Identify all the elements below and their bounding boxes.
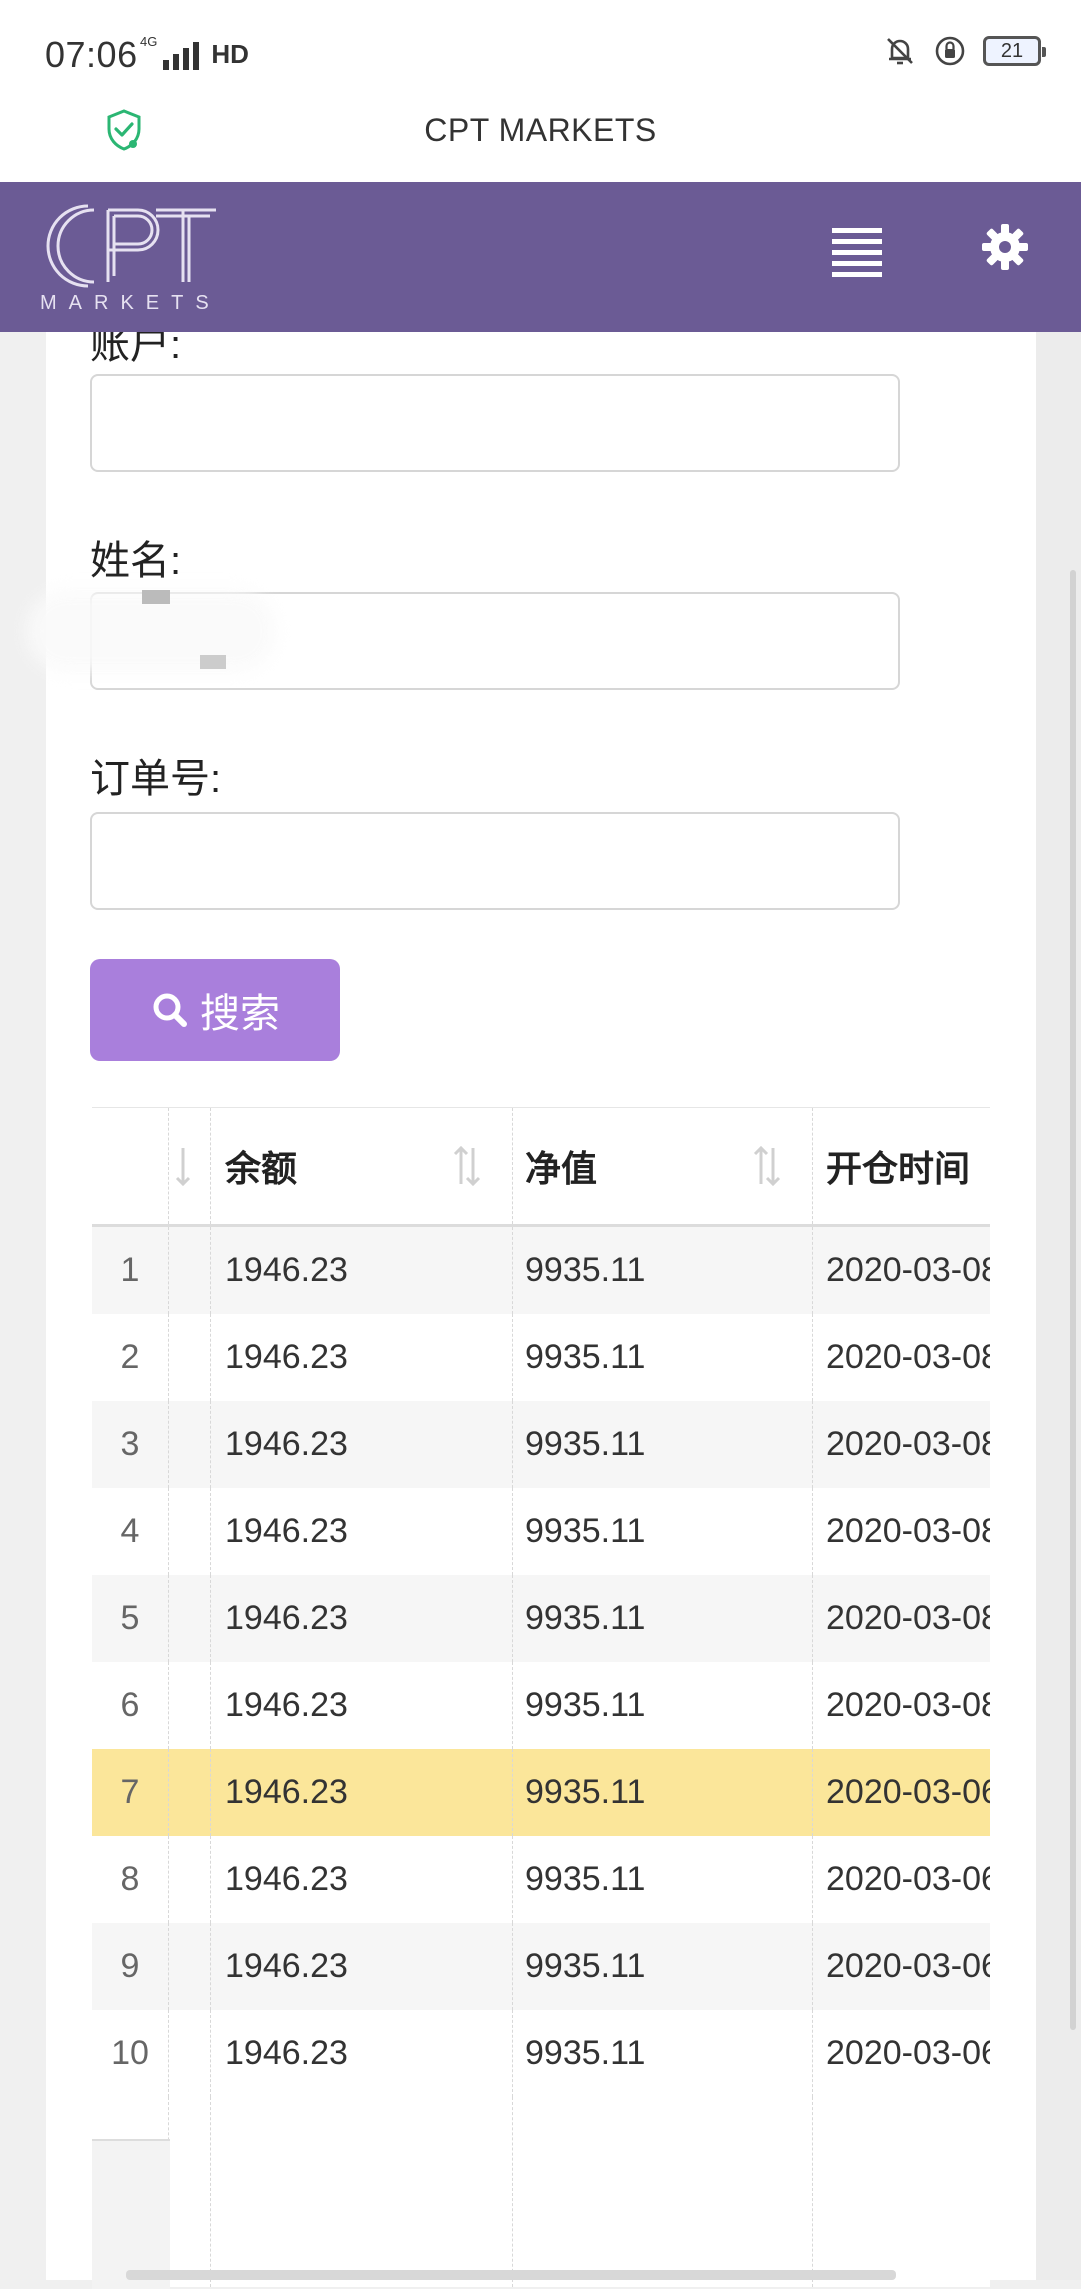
equity-cell: 9935.11	[525, 1860, 646, 1898]
row-number: 3	[120, 1425, 140, 1463]
balance-cell: 1946.23	[225, 1860, 348, 1898]
table-row[interactable]: 2 1946.23 9935.11 2020-03-08	[92, 1314, 990, 1401]
equity-cell: 9935.11	[525, 1599, 646, 1637]
row-number: 4	[120, 1512, 140, 1550]
hd-indicator: HD	[211, 39, 249, 69]
open-time-cell: 2020-03-08	[826, 1425, 990, 1463]
battery-indicator: 21	[983, 36, 1046, 66]
open-time-cell: 2020-03-08	[826, 1599, 990, 1637]
name-label: 姓名:	[90, 539, 182, 583]
row-number: 7	[120, 1773, 140, 1811]
status-bar: 07:06 4G HD 21	[0, 0, 1081, 100]
equity-cell: 9935.11	[525, 1338, 646, 1376]
table-row[interactable]: 4 1946.23 9935.11 2020-03-08	[92, 1488, 990, 1575]
open-time-cell: 2020-03-06	[826, 1860, 990, 1898]
table-header: 余额 净值 开仓时间	[92, 1108, 990, 1227]
row-number: 6	[120, 1686, 140, 1724]
search-icon	[153, 993, 187, 1027]
battery-level: 21	[1000, 39, 1024, 62]
search-button[interactable]: 搜索	[90, 959, 340, 1061]
table-row[interactable]: 1 1946.23 9935.11 2020-03-08	[92, 1227, 990, 1314]
bell-muted-icon	[887, 38, 913, 65]
balance-cell: 1946.23	[225, 1425, 348, 1463]
open-time-cell: 2020-03-08	[826, 1512, 990, 1550]
status-time: 07:06	[45, 34, 138, 75]
logo-subtitle: MARKETS	[40, 292, 221, 314]
sort-icon[interactable]	[168, 1144, 198, 1190]
redaction-mark	[142, 590, 170, 604]
open-time-cell: 2020-03-06	[826, 2034, 990, 2072]
row-number: 2	[120, 1338, 140, 1376]
open-time-cell: 2020-03-06	[826, 1947, 990, 1985]
equity-cell: 9935.11	[525, 1512, 646, 1550]
column-header-balance[interactable]: 余额	[225, 1108, 297, 1224]
table-empty-area	[92, 2097, 990, 2289]
open-time-cell: 2020-03-08	[826, 1338, 990, 1376]
equity-cell: 9935.11	[525, 1425, 646, 1463]
table-row[interactable]: 5 1946.23 9935.11 2020-03-08	[92, 1575, 990, 1662]
row-number: 1	[120, 1251, 140, 1289]
open-time-cell: 2020-03-06	[826, 1773, 990, 1811]
equity-cell: 9935.11	[525, 1773, 646, 1811]
row-number: 9	[120, 1947, 140, 1985]
redaction-mark	[200, 655, 226, 669]
balance-cell: 1946.23	[225, 1947, 348, 1985]
sort-icon[interactable]	[752, 1144, 782, 1190]
row-number: 5	[120, 1599, 140, 1637]
rotation-lock-icon	[935, 36, 965, 66]
horizontal-scrollbar[interactable]	[126, 2270, 896, 2280]
balance-cell: 1946.23	[225, 1512, 348, 1550]
order-label: 订单号:	[90, 757, 222, 801]
open-time-cell: 2020-03-08	[826, 1686, 990, 1724]
equity-cell: 9935.11	[525, 1251, 646, 1289]
table-row[interactable]: 6 1946.23 9935.11 2020-03-08	[92, 1662, 990, 1749]
row-number: 8	[120, 1860, 140, 1898]
balance-cell: 1946.23	[225, 1686, 348, 1724]
table-row[interactable]: 3 1946.23 9935.11 2020-03-08	[92, 1401, 990, 1488]
orders-table: 余额 净值 开仓时间 1 1946.23 9935.11 2020-03-08 2 194…	[92, 1107, 990, 2289]
table-row[interactable]: 7 1946.23 9935.11 2020-03-06	[92, 1749, 990, 1836]
balance-cell: 1946.23	[225, 1338, 348, 1376]
equity-cell: 9935.11	[525, 2034, 646, 2072]
status-icons: 21	[883, 34, 1046, 68]
table-row[interactable]: 10 1946.23 9935.11 2020-03-06	[92, 2010, 990, 2097]
open-time-cell: 2020-03-08	[826, 1251, 990, 1289]
table-body: 1 1946.23 9935.11 2020-03-08 2 1946.23 9935.11…	[92, 1227, 990, 2097]
column-header-equity[interactable]: 净值	[525, 1108, 597, 1224]
balance-cell: 1946.23	[225, 1251, 348, 1289]
signal-indicator: 4G HD	[140, 34, 249, 70]
app-title: CPT MARKETS	[424, 112, 657, 148]
network-type: 4G	[140, 34, 158, 49]
order-input[interactable]	[90, 812, 900, 910]
search-button-label: 搜索	[200, 992, 280, 1036]
row-number: 10	[111, 2034, 149, 2072]
gear-icon[interactable]	[980, 222, 1030, 272]
balance-cell: 1946.23	[225, 1773, 348, 1811]
balance-cell: 1946.23	[225, 2034, 348, 2072]
equity-cell: 9935.11	[525, 1947, 646, 1985]
balance-cell: 1946.23	[225, 1599, 348, 1637]
menu-button[interactable]	[832, 228, 882, 277]
sort-icon[interactable]	[452, 1144, 482, 1190]
column-header-open-time[interactable]: 开仓时间	[826, 1108, 970, 1224]
table-row[interactable]: 9 1946.23 9935.11 2020-03-06	[92, 1923, 990, 2010]
account-input[interactable]	[90, 374, 900, 472]
vertical-scrollbar[interactable]	[1070, 570, 1076, 2030]
equity-cell: 9935.11	[525, 1686, 646, 1724]
table-row[interactable]: 8 1946.23 9935.11 2020-03-06	[92, 1836, 990, 1923]
